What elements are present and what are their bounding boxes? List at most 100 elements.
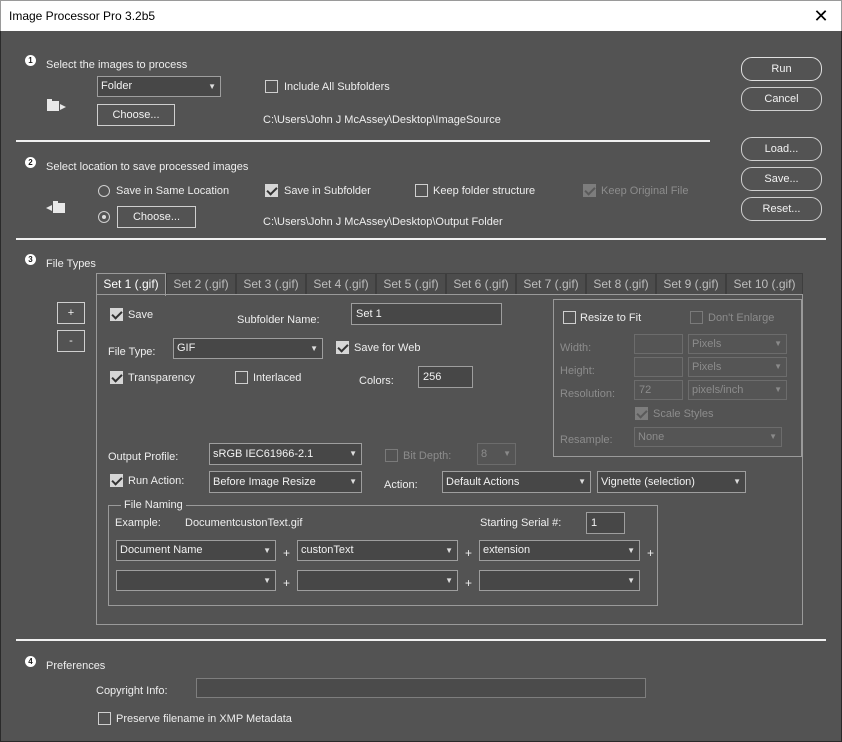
save-for-web-checkbox[interactable] (336, 341, 349, 354)
transparency-label: Transparency (128, 372, 195, 384)
width-input[interactable] (634, 334, 683, 354)
include-subfolders-label: Include All Subfolders (284, 81, 390, 93)
choose-source-button[interactable]: Choose... (97, 104, 175, 126)
resolution-unit-value: pixels/inch (692, 384, 744, 396)
width-unit-value: Pixels (692, 338, 722, 350)
keep-folder-structure-label: Keep folder structure (433, 185, 536, 197)
colors-input[interactable]: 256 (418, 366, 473, 388)
chevron-down-icon: ▼ (503, 449, 511, 458)
save-in-subfolder-checkbox[interactable] (265, 184, 278, 197)
subfolder-name-label: Subfolder Name: (237, 314, 320, 326)
scale-styles-checkbox[interactable] (635, 407, 648, 420)
save-other-location-radio[interactable] (98, 211, 110, 223)
resize-to-fit-label: Resize to Fit (580, 312, 642, 324)
cancel-button[interactable]: Cancel (741, 87, 822, 111)
close-icon[interactable]: ✕ (804, 3, 838, 29)
chevron-down-icon: ▼ (627, 576, 635, 585)
starting-serial-label: Starting Serial #: (480, 517, 562, 529)
window-title: Image Processor Pro 3.2b5 (9, 9, 156, 23)
set-tabs: Set 1 (.gif) Set 2 (.gif) Set 3 (.gif) S… (96, 273, 803, 296)
keep-folder-structure-checkbox[interactable] (415, 184, 428, 197)
section2-title: Select location to save processed images (46, 161, 249, 173)
starting-serial-input[interactable]: 1 (586, 512, 625, 534)
transparency-checkbox[interactable] (110, 371, 123, 384)
plus-separator: + (647, 546, 655, 560)
file-type-label: File Type: (108, 346, 156, 358)
dont-enlarge-checkbox[interactable] (690, 311, 703, 324)
naming-select-2-1[interactable]: ▼ (116, 570, 276, 591)
reset-button[interactable]: Reset... (741, 197, 822, 221)
remove-set-button[interactable]: - (57, 330, 85, 352)
folder-save-icon (46, 201, 66, 215)
colors-label: Colors: (359, 375, 394, 387)
tab-set-7[interactable]: Set 7 (.gif) (516, 273, 586, 295)
action-set-select[interactable]: Default Actions ▼ (442, 471, 591, 493)
divider (16, 140, 710, 142)
run-action-checkbox[interactable] (110, 474, 123, 487)
load-button[interactable]: Load... (741, 137, 822, 161)
save-settings-button[interactable]: Save... (741, 167, 822, 191)
tab-set-3[interactable]: Set 3 (.gif) (236, 273, 306, 295)
file-type-select[interactable]: GIF ▼ (173, 338, 323, 359)
action-set-value: Default Actions (446, 476, 520, 488)
width-label: Width: (560, 342, 592, 354)
bit-depth-select[interactable]: 8 ▼ (477, 443, 516, 465)
scale-styles-label: Scale Styles (653, 408, 714, 420)
naming-select-1-3[interactable]: extension ▼ (479, 540, 640, 561)
height-label: Height: (560, 365, 595, 377)
chevron-down-icon: ▼ (310, 344, 318, 353)
chevron-down-icon: ▼ (733, 477, 741, 486)
tab-set-6[interactable]: Set 6 (.gif) (446, 273, 516, 295)
step-1-badge: 1 (25, 55, 36, 66)
chevron-down-icon: ▼ (349, 477, 357, 486)
resample-label: Resample: (560, 434, 613, 446)
naming-select-2-3[interactable]: ▼ (479, 570, 640, 591)
naming-value-1-1: Document Name (120, 544, 203, 556)
chevron-down-icon: ▼ (445, 576, 453, 585)
height-unit-value: Pixels (692, 361, 722, 373)
height-unit-select[interactable]: Pixels ▼ (688, 357, 787, 377)
step-4-badge: 4 (25, 656, 36, 667)
choose-destination-button[interactable]: Choose... (117, 206, 196, 228)
copyright-input[interactable] (196, 678, 646, 698)
naming-select-2-2[interactable]: ▼ (297, 570, 458, 591)
keep-original-file-label: Keep Original File (601, 185, 689, 197)
preserve-filename-checkbox[interactable] (98, 712, 111, 725)
resample-select[interactable]: None ▼ (634, 427, 782, 447)
interlaced-checkbox[interactable] (235, 371, 248, 384)
resize-to-fit-checkbox[interactable] (563, 311, 576, 324)
naming-select-1-1[interactable]: Document Name ▼ (116, 540, 276, 561)
tab-set-8[interactable]: Set 8 (.gif) (586, 273, 656, 295)
tab-set-10[interactable]: Set 10 (.gif) (726, 273, 803, 295)
resolution-label: Resolution: (560, 388, 616, 400)
folder-open-icon (47, 99, 67, 113)
tab-set-5[interactable]: Set 5 (.gif) (376, 273, 446, 295)
tab-set-2[interactable]: Set 2 (.gif) (166, 273, 236, 295)
chevron-down-icon: ▼ (578, 477, 586, 486)
preserve-filename-label: Preserve filename in XMP Metadata (116, 713, 292, 725)
tab-set-1[interactable]: Set 1 (.gif) (96, 273, 166, 296)
resolution-input[interactable]: 72 (634, 380, 683, 400)
save-set-checkbox[interactable] (110, 308, 123, 321)
chevron-down-icon: ▼ (349, 449, 357, 458)
bit-depth-checkbox[interactable] (385, 449, 398, 462)
save-same-location-radio[interactable] (98, 185, 110, 197)
tab-set-9[interactable]: Set 9 (.gif) (656, 273, 726, 295)
title-bar: Image Processor Pro 3.2b5 ✕ (0, 0, 842, 31)
height-input[interactable] (634, 357, 683, 377)
run-action-select[interactable]: Before Image Resize ▼ (209, 471, 362, 493)
resolution-unit-select[interactable]: pixels/inch ▼ (688, 380, 787, 400)
naming-select-1-2[interactable]: custonText ▼ (297, 540, 458, 561)
run-button[interactable]: Run (741, 57, 822, 81)
action-select[interactable]: Vignette (selection) ▼ (597, 471, 746, 493)
chevron-down-icon: ▼ (774, 339, 782, 348)
source-select[interactable]: Folder ▼ (97, 76, 221, 97)
subfolder-name-input[interactable]: Set 1 (351, 303, 502, 325)
include-subfolders-checkbox[interactable] (265, 80, 278, 93)
width-unit-select[interactable]: Pixels ▼ (688, 334, 787, 354)
output-profile-select[interactable]: sRGB IEC61966-2.1 ▼ (209, 443, 362, 465)
keep-original-file-checkbox[interactable] (583, 184, 596, 197)
tab-set-4[interactable]: Set 4 (.gif) (306, 273, 376, 295)
section3-title: File Types (46, 258, 96, 270)
add-set-button[interactable]: + (57, 302, 85, 324)
